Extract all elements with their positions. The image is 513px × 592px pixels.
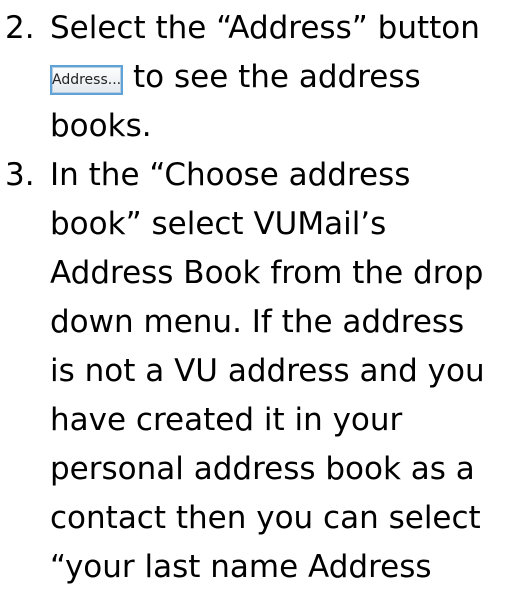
instruction-page: 2. Select the “Address” button Address..… — [0, 0, 513, 585]
step-text-line: In the “Choose address — [50, 157, 411, 193]
step-text-line: is not a VU address and you — [50, 353, 485, 389]
step-text-line: Address Book from the drop — [50, 255, 484, 291]
step-text-line: have created it in your — [50, 402, 403, 438]
step-text-line: book” select VUMail’s — [50, 206, 387, 242]
step-text-line: contact then you can select — [50, 500, 481, 536]
step-button-line: Address... to see the address — [50, 53, 509, 102]
step-text-line: books. — [50, 108, 152, 144]
step-3: 3. In the “Choose address book” select V… — [0, 151, 513, 592]
step-number: 3. — [5, 157, 35, 193]
step-text-line: Select the “Address” button — [50, 10, 480, 46]
step-text-line: down menu. If the address — [50, 304, 465, 340]
step-text-line: “your last name Address — [50, 549, 432, 585]
address-button[interactable]: Address... — [50, 64, 123, 95]
step-2: 2. Select the “Address” button Address..… — [0, 4, 513, 151]
step-number: 2. — [5, 10, 35, 46]
step-text-line: to see the address — [133, 59, 421, 95]
